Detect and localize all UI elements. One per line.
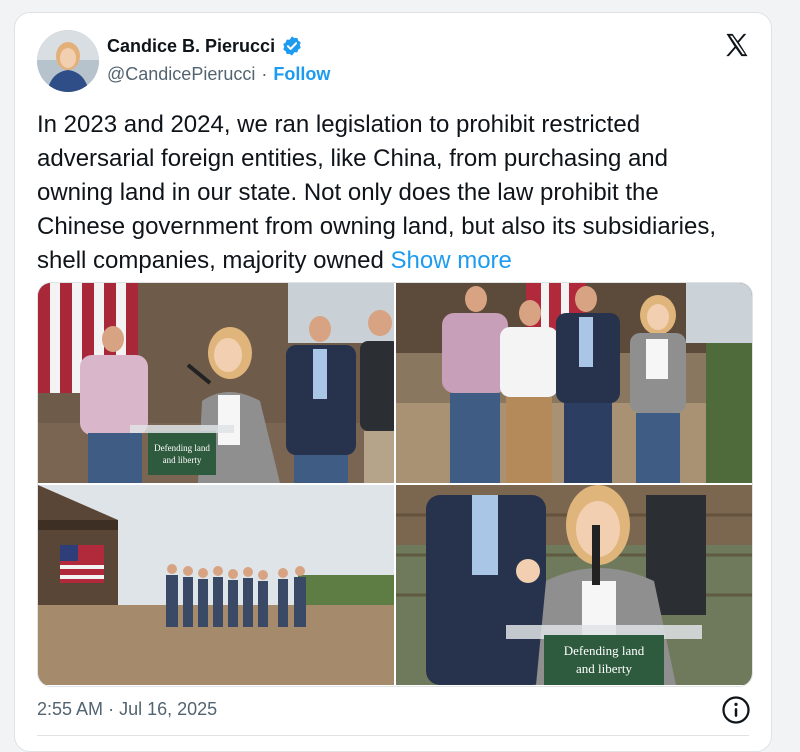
- tweet-card: Candice B. Pierucci @CandicePierucci · F…: [14, 12, 772, 752]
- handle-row: @CandicePierucci · Follow: [107, 64, 330, 85]
- timestamp[interactable]: 2:55 AM · Jul 16, 2025: [37, 699, 217, 720]
- media-grid: Defending land and liberty Defending lan…: [37, 282, 753, 687]
- author-name[interactable]: Candice B. Pierucci: [107, 36, 275, 57]
- podium-sign-line-2: and liberty: [576, 661, 632, 676]
- show-more-link[interactable]: Show more: [391, 247, 512, 274]
- podium-sign-line-1: Defending land: [154, 443, 210, 453]
- photo-3[interactable]: [38, 485, 394, 685]
- photo-4[interactable]: Defending land and liberty: [396, 485, 752, 685]
- tweet-body: In 2023 and 2024, we ran legislation to …: [37, 111, 717, 274]
- photo-2[interactable]: [396, 283, 752, 483]
- tweet-text: In 2023 and 2024, we ran legislation to …: [37, 108, 747, 278]
- verified-badge-icon: [283, 36, 301, 56]
- x-logo-icon[interactable]: [723, 31, 751, 59]
- author-handle[interactable]: @CandicePierucci: [107, 64, 255, 85]
- divider: [37, 735, 749, 736]
- podium-sign-line-1: Defending land: [564, 643, 645, 658]
- follow-button[interactable]: Follow: [273, 64, 330, 85]
- timestamp-date: Jul 16, 2025: [119, 699, 218, 719]
- timestamp-separator: ·: [108, 699, 115, 719]
- photo-1[interactable]: Defending land and liberty: [38, 283, 394, 483]
- timestamp-time: 2:55 AM: [37, 699, 104, 719]
- handle-separator: ·: [261, 64, 268, 84]
- author-name-row: Candice B. Pierucci: [107, 35, 303, 57]
- podium-sign-line-2: and liberty: [163, 455, 202, 465]
- info-icon[interactable]: [721, 695, 751, 725]
- avatar[interactable]: [37, 30, 99, 92]
